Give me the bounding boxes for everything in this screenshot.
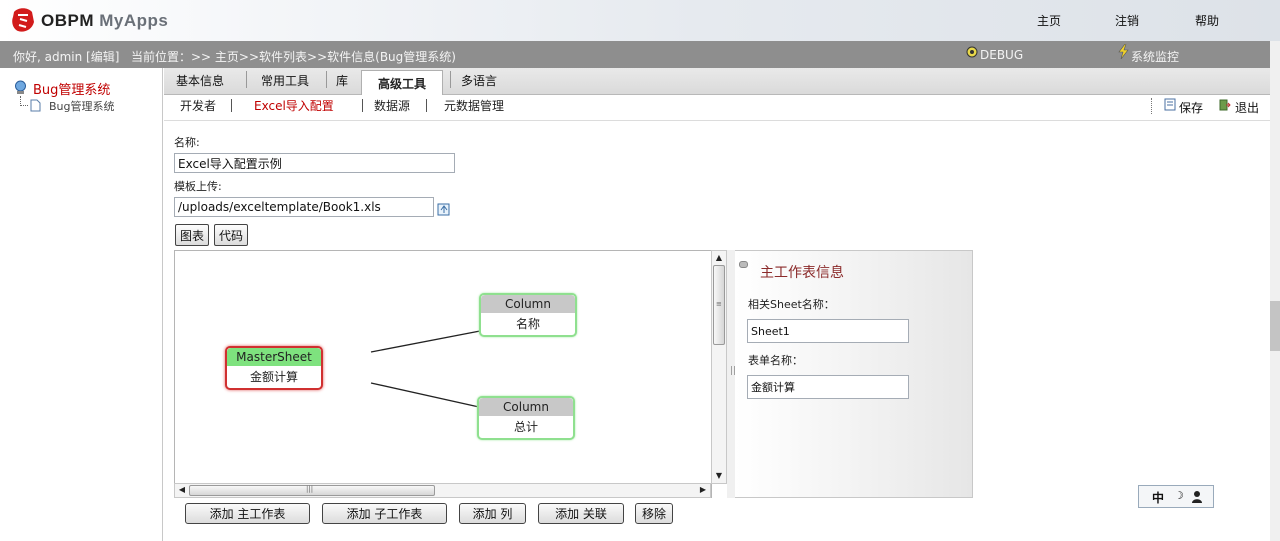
nav-help-link[interactable]: 帮助: [1195, 12, 1219, 29]
add-column-button[interactable]: 添加 列: [459, 503, 526, 524]
collapse-icon[interactable]: [739, 261, 748, 268]
column-node[interactable]: Column 名称: [479, 293, 577, 337]
page-scrollbar[interactable]: [1270, 41, 1280, 541]
main-tab-bar: 基本信息 常用工具 库 高级工具 多语言: [164, 68, 1270, 96]
subtab-divider: [426, 99, 427, 112]
canvas-horizontal-scrollbar[interactable]: ◀ ||| ▶: [174, 483, 711, 498]
link-master-col1: [370, 330, 481, 353]
globe-icon: [15, 80, 26, 94]
tab-divider: [450, 71, 451, 88]
nav-logout-link[interactable]: 注销: [1115, 12, 1139, 29]
subtab-datasource[interactable]: 数据源: [374, 97, 410, 114]
upload-icon[interactable]: [437, 201, 451, 216]
app-header: OBPM MyApps 主页 注销 帮助: [0, 0, 1280, 41]
master-sheet-node[interactable]: MasterSheet 金额计算: [225, 346, 323, 390]
save-icon: [1164, 98, 1176, 111]
sheet-name-field[interactable]: [747, 319, 909, 343]
tab-library[interactable]: 库: [336, 72, 348, 89]
subtab-divider: [231, 99, 232, 112]
column-type: Column: [479, 398, 573, 416]
column-node[interactable]: Column 总计: [477, 396, 575, 440]
nav-home-link[interactable]: 主页: [1037, 12, 1061, 29]
add-relation-button[interactable]: 添加 关联: [538, 503, 624, 524]
code-view-button[interactable]: 代码: [214, 224, 249, 246]
tab-divider: [326, 71, 327, 88]
subtab-divider: [362, 99, 363, 112]
name-field[interactable]: [174, 153, 455, 173]
user-icon[interactable]: [1191, 490, 1203, 503]
tree-connector: [20, 96, 28, 106]
link-master-col2: [370, 382, 480, 408]
column-type: Column: [481, 295, 575, 313]
app-logo-icon: [12, 8, 34, 32]
exit-icon: [1219, 99, 1231, 111]
ime-mode[interactable]: 中: [1152, 489, 1164, 506]
master-sheet-name: 金额计算: [249, 370, 298, 384]
add-sub-sheet-button[interactable]: 添加 子工作表: [322, 503, 447, 524]
sub-tab-bar: 开发者 Excel导入配置 数据源 元数据管理 保存 退出: [164, 95, 1270, 121]
chart-view-button[interactable]: 图表: [175, 224, 210, 246]
scroll-up-arrow-icon[interactable]: ▲: [714, 252, 724, 264]
subtab-metadata[interactable]: 元数据管理: [444, 97, 504, 114]
tree-child-item[interactable]: Bug管理系统: [49, 98, 115, 114]
tab-basic-info[interactable]: 基本信息: [176, 72, 224, 89]
add-master-sheet-button[interactable]: 添加 主工作表: [185, 503, 310, 524]
column-name: 名称: [515, 317, 540, 331]
master-sheet-info-panel: [735, 250, 973, 498]
moon-icon[interactable]: ☽: [1174, 489, 1184, 502]
scroll-left-arrow-icon[interactable]: ◀: [177, 484, 187, 496]
template-path-field[interactable]: [174, 197, 434, 217]
tab-advanced-tools[interactable]: 高级工具: [361, 70, 443, 96]
name-label: 名称:: [174, 136, 200, 149]
canvas-hscroll-thumb[interactable]: |||: [189, 485, 435, 496]
tab-divider: [246, 71, 247, 88]
template-upload-label: 模板上传:: [174, 180, 222, 193]
column-name: 总计: [513, 420, 538, 434]
master-sheet-type: MasterSheet: [227, 348, 321, 366]
canvas-vscroll-thumb[interactable]: ≡: [713, 265, 725, 345]
subtab-excel-import[interactable]: Excel导入配置: [254, 97, 334, 114]
diagram-canvas[interactable]: MasterSheet 金额计算 Column 名称 Column 总计: [174, 250, 712, 498]
page-scrollbar-thumb[interactable]: [1270, 301, 1280, 351]
info-panel-title: 主工作表信息: [760, 265, 844, 281]
tab-multilanguage[interactable]: 多语言: [461, 72, 497, 89]
canvas-vertical-scrollbar[interactable]: ▲ ≡ ▼: [711, 250, 727, 484]
status-bar: 你好, admin [编辑] 当前位置：>> 主页>>软件列表>>软件信息(Bu…: [0, 41, 1270, 68]
tab-common-tools[interactable]: 常用工具: [261, 72, 309, 89]
debug-link[interactable]: DEBUG: [980, 48, 1023, 62]
scroll-down-arrow-icon[interactable]: ▼: [714, 470, 724, 482]
form-name-field[interactable]: [747, 375, 909, 399]
remove-button[interactable]: 移除: [635, 503, 673, 524]
lightning-icon: [1118, 44, 1129, 59]
ime-toolbar[interactable]: 中 ☽: [1138, 485, 1214, 508]
tree-root-item[interactable]: Bug管理系统: [33, 79, 110, 98]
app-title: OBPM MyApps: [41, 11, 169, 30]
scroll-right-arrow-icon[interactable]: ▶: [698, 484, 708, 496]
debug-gear-icon: [966, 46, 978, 58]
toolbar-divider: [1151, 98, 1152, 114]
save-button[interactable]: 保存: [1179, 99, 1203, 116]
software-tree-panel: Bug管理系统 Bug管理系统: [0, 68, 163, 541]
sheet-name-label: 相关Sheet名称：: [748, 298, 835, 311]
document-icon: [30, 99, 41, 112]
subtab-developer[interactable]: 开发者: [180, 97, 216, 114]
exit-button[interactable]: 退出: [1235, 99, 1259, 116]
form-name-label: 表单名称：: [748, 354, 803, 367]
system-monitor-link[interactable]: 系统监控: [1131, 48, 1179, 65]
breadcrumb: 当前位置：>> 主页>>软件列表>>软件信息(Bug管理系统): [131, 50, 456, 64]
user-greeting[interactable]: 你好, admin [编辑]: [13, 48, 119, 65]
